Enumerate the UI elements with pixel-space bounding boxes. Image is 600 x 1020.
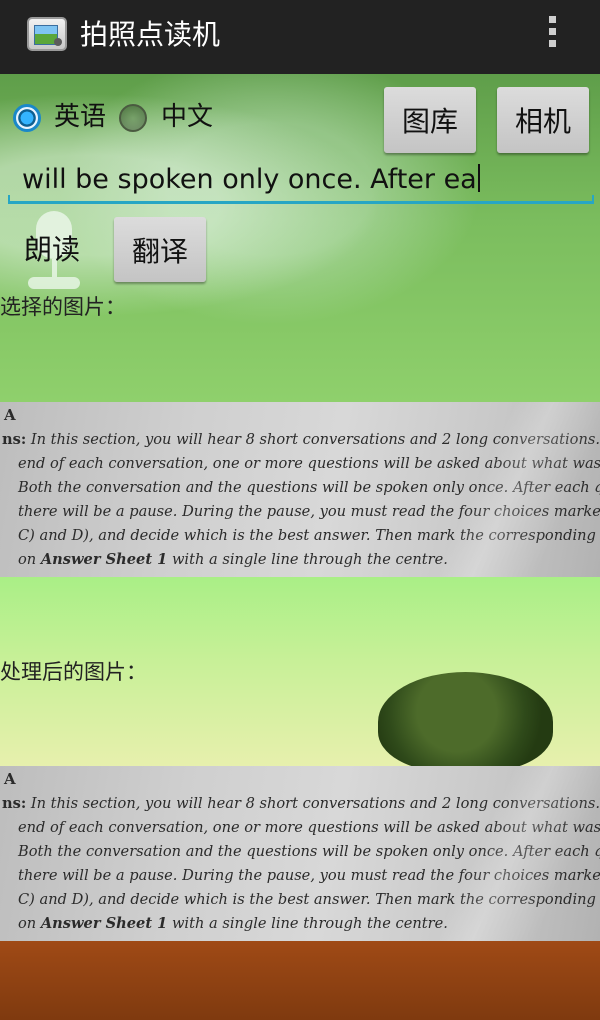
- doc-line: on Answer Sheet 1 with a single line thr…: [18, 551, 448, 568]
- app-photo-icon: [27, 17, 67, 51]
- text-field-right-cap: [592, 195, 594, 204]
- text-caret: [477, 164, 480, 192]
- recognized-text-value[interactable]: will be spoken only once. After ea: [22, 160, 480, 200]
- camera-button[interactable]: 相机: [497, 87, 589, 153]
- background-image-bottom: [0, 940, 600, 1020]
- text-field-left-cap: [8, 195, 10, 204]
- overflow-menu-icon[interactable]: [542, 16, 562, 56]
- processed-image-label: 处理后的图片：: [0, 660, 147, 684]
- gallery-button[interactable]: 图库: [384, 87, 476, 153]
- processed-image: A ns: In this section, you will hear 8 s…: [0, 766, 600, 941]
- text-field-underline: [8, 201, 594, 204]
- recognized-text-field[interactable]: will be spoken only once. After ea: [8, 158, 594, 204]
- tree-image: [378, 672, 553, 772]
- selected-image-label: 选择的图片：: [0, 295, 126, 319]
- radio-chinese[interactable]: [119, 104, 147, 132]
- doc-line: on Answer Sheet 1 with a single line thr…: [18, 915, 448, 932]
- action-bar: 拍照点读机: [0, 0, 600, 74]
- doc-heading: A: [4, 406, 16, 424]
- selected-image: A ns: In this section, you will hear 8 s…: [0, 402, 600, 577]
- radio-chinese-label[interactable]: 中文: [161, 99, 213, 135]
- radio-english[interactable]: [13, 104, 41, 132]
- read-aloud-button[interactable]: 朗读: [24, 232, 80, 268]
- radio-english-label[interactable]: 英语: [54, 99, 106, 135]
- doc-heading: A: [4, 770, 16, 788]
- translate-button[interactable]: 翻译: [114, 217, 206, 282]
- app-title: 拍照点读机: [80, 18, 221, 51]
